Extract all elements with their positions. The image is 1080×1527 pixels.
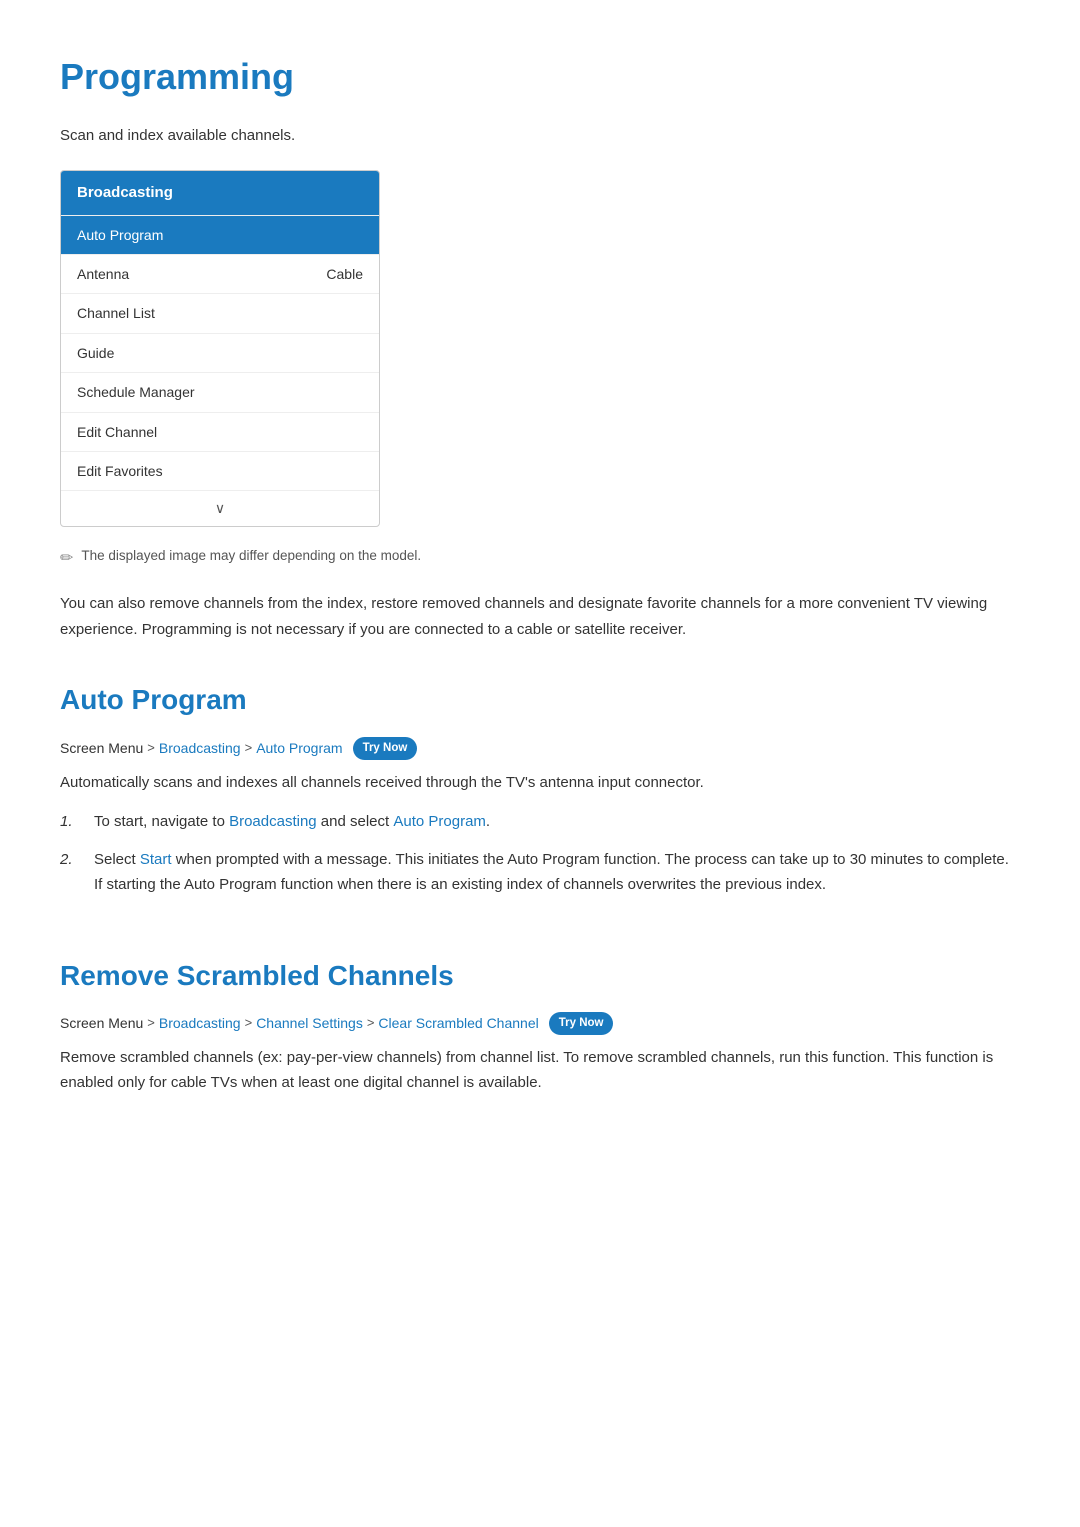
step-1-text: To start, navigate to Broadcasting and s… <box>94 809 1020 835</box>
step-2-text: Select Start when prompted with a messag… <box>94 847 1020 898</box>
intro-text: Scan and index available channels. <box>60 124 1020 148</box>
bc-clear-scrambled[interactable]: Clear Scrambled Channel <box>378 1012 538 1034</box>
try-now-badge-auto[interactable]: Try Now <box>353 737 418 759</box>
tv-menu-item-guide[interactable]: Guide <box>61 333 379 372</box>
step1-link-broadcasting[interactable]: Broadcasting <box>229 813 317 830</box>
bc-broadcasting-rs[interactable]: Broadcasting <box>159 1012 241 1034</box>
step-1-num: 1. <box>60 809 80 835</box>
tv-menu-header: Broadcasting <box>61 171 379 215</box>
steps-list: 1. To start, navigate to Broadcasting an… <box>60 809 1020 898</box>
bc-sep-rs-2: > <box>245 1013 253 1034</box>
auto-program-heading: Auto Program <box>60 678 1020 723</box>
tv-menu-item-edit-favorites[interactable]: Edit Favorites <box>61 451 379 490</box>
bc-sep-1: > <box>147 738 155 759</box>
tv-menu-item-antenna[interactable]: Antenna Cable <box>61 254 379 293</box>
bc-channel-settings[interactable]: Channel Settings <box>256 1012 363 1034</box>
bc-sep-2: > <box>245 738 253 759</box>
bc-sep-rs-3: > <box>367 1013 375 1034</box>
note-text: The displayed image may differ depending… <box>81 545 421 567</box>
tv-menu-card: Broadcasting Auto Program Antenna Cable … <box>60 170 380 527</box>
section-divider-1 <box>60 912 1020 944</box>
bc-sep-rs-1: > <box>147 1013 155 1034</box>
bc-screen-menu-2: Screen Menu <box>60 1012 143 1034</box>
bc-auto-program[interactable]: Auto Program <box>256 737 342 759</box>
bc-broadcasting-auto[interactable]: Broadcasting <box>159 737 241 759</box>
remove-scrambled-breadcrumb: Screen Menu > Broadcasting > Channel Set… <box>60 1012 1020 1034</box>
step-2: 2. Select Start when prompted with a mes… <box>60 847 1020 898</box>
bc-screen-menu: Screen Menu <box>60 737 143 759</box>
step2-link-start[interactable]: Start <box>140 851 172 868</box>
pencil-icon: ✏ <box>60 546 73 572</box>
step-1: 1. To start, navigate to Broadcasting an… <box>60 809 1020 835</box>
tv-menu-chevron: ∨ <box>61 490 379 525</box>
note-row: ✏ The displayed image may differ dependi… <box>60 545 1020 572</box>
step1-link-auto-program[interactable]: Auto Program <box>393 813 486 830</box>
auto-program-breadcrumb: Screen Menu > Broadcasting > Auto Progra… <box>60 737 1020 759</box>
page-title: Programming <box>60 48 1020 106</box>
tv-menu-item-edit-channel[interactable]: Edit Channel <box>61 412 379 451</box>
tv-menu-item-channel-list[interactable]: Channel List <box>61 293 379 332</box>
tv-menu-item-schedule-manager[interactable]: Schedule Manager <box>61 372 379 411</box>
body-text: You can also remove channels from the in… <box>60 591 1020 642</box>
step-2-num: 2. <box>60 847 80 873</box>
auto-program-desc: Automatically scans and indexes all chan… <box>60 770 1020 796</box>
try-now-badge-rs[interactable]: Try Now <box>549 1012 614 1034</box>
tv-menu-item-auto-program[interactable]: Auto Program <box>61 215 379 254</box>
remove-scrambled-heading: Remove Scrambled Channels <box>60 954 1020 999</box>
remove-scrambled-desc: Remove scrambled channels (ex: pay-per-v… <box>60 1045 1020 1096</box>
